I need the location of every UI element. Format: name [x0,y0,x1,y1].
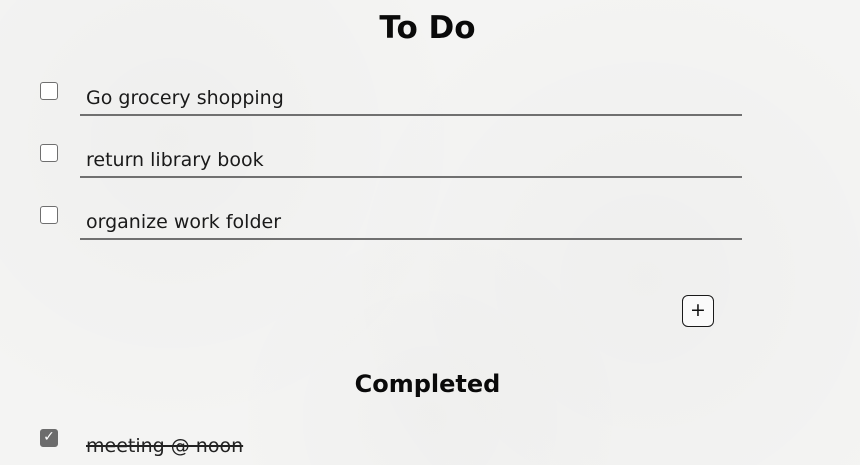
add-item-button[interactable]: + [682,295,714,327]
todo-text-field[interactable]: return library book [80,147,742,178]
todo-text-field[interactable]: organize work folder [80,209,742,240]
todo-item: return library book [0,136,860,186]
page-title: To Do [379,10,476,46]
completed-checkbox[interactable]: ✓ [40,429,58,447]
todo-text-field[interactable]: Go grocery shopping [80,85,742,116]
plus-icon: + [690,299,706,321]
todo-checkbox[interactable] [40,144,58,162]
todo-item: organize work folder [0,198,860,248]
completed-item-text: meeting @ noon [86,435,244,457]
checkmark-icon: ✓ [43,429,55,445]
completed-section-title: Completed [354,370,501,398]
todo-item: Go grocery shopping [0,74,860,124]
todo-checkbox[interactable] [40,82,58,100]
todo-checkbox[interactable] [40,206,58,224]
